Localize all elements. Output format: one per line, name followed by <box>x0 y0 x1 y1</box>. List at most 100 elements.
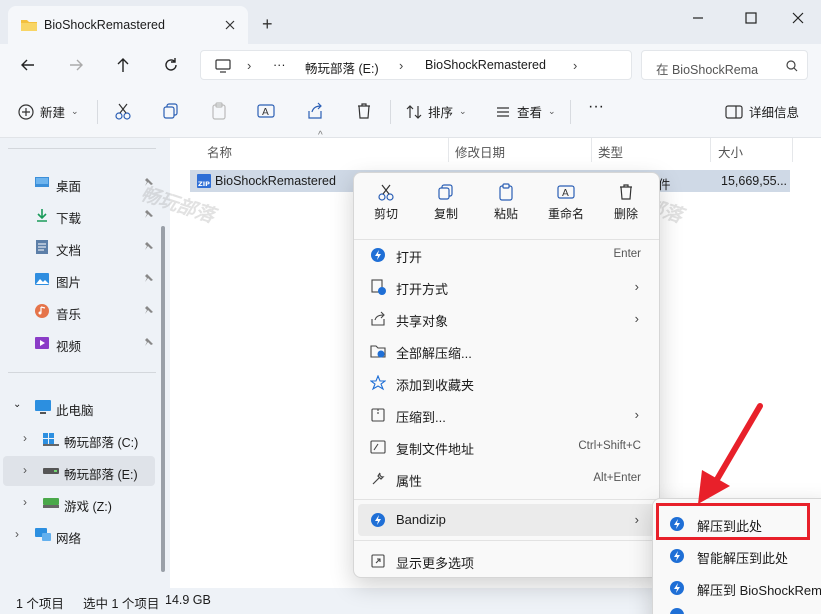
close-window-icon[interactable] <box>784 8 812 28</box>
refresh-icon[interactable] <box>160 54 182 76</box>
address-bar[interactable]: › ··· 畅玩部落 (E:) › BioShockRemastered › <box>200 50 632 80</box>
minimize-icon[interactable] <box>684 8 712 28</box>
menu-item-add-favorites[interactable]: 添加到收藏夹 <box>358 367 655 399</box>
sidebar-item-music[interactable]: 音乐 <box>0 296 156 326</box>
bandizip-icon <box>669 580 685 596</box>
bandizip-icon <box>370 247 386 263</box>
menu-item-open-with[interactable]: 打开方式 › <box>358 271 655 303</box>
paste-button[interactable] <box>210 102 228 120</box>
share-icon <box>308 102 322 119</box>
sidebar-item-drive-c[interactable]: › 畅玩部落 (C:) <box>0 424 156 454</box>
command-bar: 新建 ⌄ A 排序 ⌄ 查看 ⌄ ··· 详细信息 <box>0 86 821 138</box>
menu-item-more-options[interactable]: 显示更多选项 <box>358 545 655 577</box>
menu-item-share[interactable]: 共享对象 › <box>358 303 655 335</box>
sidebar-item-videos[interactable]: 视频 <box>0 328 156 358</box>
pin-icon[interactable] <box>144 337 154 347</box>
column-header-size[interactable]: 大小 <box>718 142 743 161</box>
back-arrow-icon[interactable] <box>17 54 39 76</box>
divider <box>8 372 156 373</box>
breadcrumb-ellipsis[interactable]: ··· <box>273 58 286 72</box>
chevron-right-icon: › <box>634 407 639 422</box>
submenu-item-extract-to-folder[interactable]: 解压到 BioShockRem <box>657 573 821 603</box>
sidebar-item-documents[interactable]: 文档 <box>0 232 156 262</box>
menu-item-compress[interactable]: 压缩到... › <box>358 399 655 431</box>
menu-item-bandizip[interactable]: Bandizip › <box>358 504 655 536</box>
tab-bioshock[interactable]: BioShockRemastered <box>8 6 248 44</box>
details-button[interactable]: 详细信息 <box>725 102 799 121</box>
paste-action[interactable]: 粘贴 <box>478 183 534 231</box>
sort-button[interactable]: 排序 ⌄ <box>406 102 467 121</box>
new-button[interactable]: 新建 ⌄ <box>18 102 79 121</box>
column-header-modified[interactable]: 修改日期 <box>455 142 505 161</box>
bandizip-icon <box>669 548 685 564</box>
chevron-right-icon[interactable]: › <box>23 495 27 509</box>
rename-action[interactable]: A 重命名 <box>538 183 594 231</box>
column-divider[interactable] <box>591 138 592 162</box>
sidebar-item-drive-e[interactable]: › 畅玩部落 (E:) <box>3 456 155 486</box>
menu-item-label: 全部解压缩... <box>396 346 472 361</box>
copy-button[interactable] <box>162 102 180 120</box>
chevron-right-icon: › <box>634 279 639 294</box>
extract-folder-icon <box>370 343 386 359</box>
chevron-down-icon[interactable]: ⌄ <box>13 399 21 410</box>
chevron-right-icon[interactable]: › <box>23 463 27 477</box>
new-tab-button[interactable]: + <box>262 14 273 35</box>
breadcrumb-drive[interactable]: 畅玩部落 (E:) <box>305 58 379 77</box>
maximize-icon[interactable] <box>737 8 765 28</box>
copy-action[interactable]: 复制 <box>418 183 474 231</box>
delete-button[interactable] <box>355 102 373 120</box>
column-divider[interactable] <box>792 138 793 162</box>
chevron-right-icon[interactable]: › <box>573 58 577 73</box>
delete-action[interactable]: 删除 <box>598 183 654 231</box>
menu-item-copy-path[interactable]: 复制文件地址 Ctrl+Shift+C <box>358 431 655 463</box>
view-button[interactable]: 查看 ⌄ <box>495 102 556 121</box>
chevron-right-icon[interactable]: › <box>23 431 27 445</box>
sidebar-item-this-pc[interactable]: ⌄ 此电脑 <box>0 392 156 422</box>
new-label: 新建 <box>40 106 66 120</box>
open-with-icon <box>370 279 386 295</box>
pin-icon[interactable] <box>144 273 154 283</box>
pin-icon[interactable] <box>144 241 154 251</box>
action-label: 删除 <box>613 207 638 221</box>
breadcrumb-folder[interactable]: BioShockRemastered <box>425 58 546 72</box>
column-header-type[interactable]: 类型 <box>598 142 623 161</box>
sidebar-item-downloads[interactable]: 下载 <box>0 200 156 230</box>
menu-item-open[interactable]: 打开 Enter <box>358 239 655 271</box>
column-divider[interactable] <box>448 138 449 162</box>
file-size: 15,669,55... <box>721 174 788 188</box>
cut-button[interactable] <box>114 102 132 120</box>
search-input[interactable]: 在 BioShockRema <box>641 50 808 80</box>
menu-item-label: 打开 <box>396 250 423 265</box>
up-arrow-icon[interactable] <box>112 54 134 76</box>
windows-drive-icon <box>43 433 59 446</box>
svg-text:ZIP: ZIP <box>198 180 210 188</box>
trash-icon <box>620 184 632 200</box>
cut-action[interactable]: 剪切 <box>358 183 414 231</box>
network-drive-icon <box>43 498 59 508</box>
search-placeholder: 在 BioShockRema <box>656 63 759 77</box>
pin-icon[interactable] <box>144 209 154 219</box>
sidebar-item-drive-z[interactable]: › 游戏 (Z:) <box>0 488 156 518</box>
submenu-item-smart-extract[interactable]: 智能解压到此处 <box>657 541 821 571</box>
menu-item-properties[interactable]: 属性 Alt+Enter <box>358 463 655 495</box>
column-divider[interactable] <box>710 138 711 162</box>
menu-item-extract-all[interactable]: 全部解压缩... <box>358 335 655 367</box>
forward-arrow-icon[interactable] <box>65 54 87 76</box>
sidebar-item-desktop[interactable]: 桌面 <box>0 168 156 198</box>
sidebar-item-network[interactable]: › 网络 <box>0 520 156 550</box>
chevron-right-icon[interactable]: › <box>15 527 19 541</box>
sidebar-item-pictures[interactable]: 图片 <box>0 264 156 294</box>
zip-file-icon: ZIP <box>197 174 211 188</box>
svg-text:A: A <box>262 107 269 118</box>
shortcut-label: Ctrl+Shift+C <box>578 440 641 452</box>
sidebar-scrollbar[interactable] <box>161 226 165 572</box>
rename-button[interactable]: A <box>257 102 275 120</box>
share-button[interactable] <box>306 102 324 120</box>
highlight-box <box>656 503 810 540</box>
pin-icon[interactable] <box>144 305 154 315</box>
more-options-button[interactable]: ··· <box>588 98 604 116</box>
sidebar-item-label: 此电脑 <box>56 404 94 418</box>
close-tab-icon[interactable] <box>220 15 240 35</box>
sidebar-item-label: 视频 <box>56 340 82 354</box>
column-header-name[interactable]: 名称 <box>207 142 232 161</box>
